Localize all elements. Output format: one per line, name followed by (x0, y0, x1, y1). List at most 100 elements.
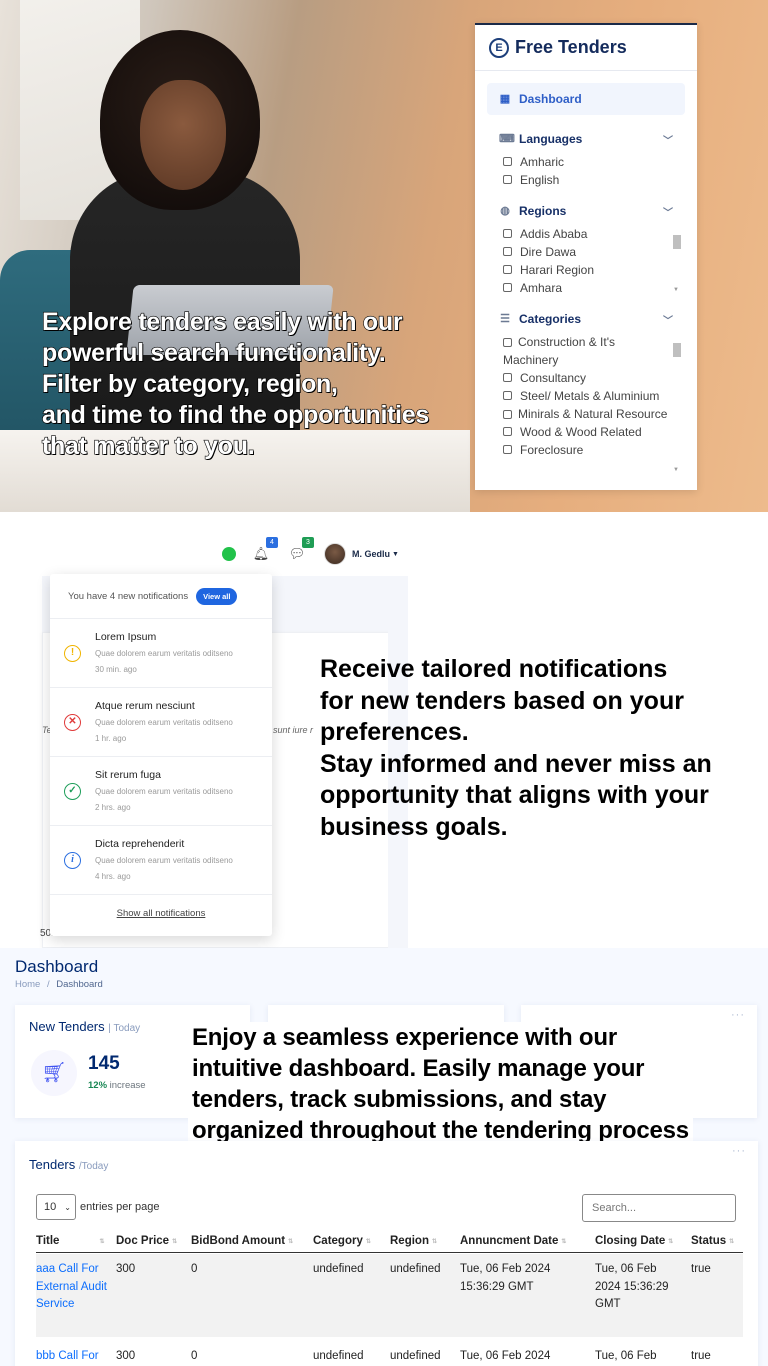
category-option[interactable]: Wood & Wood Related (503, 423, 669, 441)
category-option[interactable]: Foreclosure (503, 441, 669, 459)
caption-line: opportunity that aligns with your (320, 781, 709, 809)
breadcrumb-home[interactable]: Home (15, 979, 40, 990)
bell-icon[interactable]: 🔔︎ 4 (252, 537, 278, 563)
search-input[interactable]: Search... (582, 1194, 736, 1222)
option-label: Foreclosure (520, 443, 584, 457)
show-all-notifications-link[interactable]: Show all notifications (117, 908, 206, 919)
table-header: Title ⇅ Doc Price ⇅ BidBond Amount ⇅ Catego… (36, 1227, 743, 1253)
notification-message: Quae dolorem earum veritatis oditseno (95, 718, 233, 727)
category-option[interactable]: Minirals & Natural Resource (503, 405, 669, 423)
category-option[interactable]: Construction & It's Machinery (503, 333, 669, 369)
column-header[interactable]: Doc Price ⇅ (116, 1235, 177, 1247)
option-label: Steel/ Metals & Aluminium (520, 389, 660, 403)
checkbox[interactable] (503, 410, 512, 419)
list-icon: ☰ (500, 313, 510, 325)
regions-toggle[interactable]: ◍ Regions ﹀ (475, 197, 697, 225)
announcement-date-cell: Tue, 06 Feb 2024 15:36:29 GMT (460, 1263, 551, 1293)
error-icon: ✕ (64, 714, 81, 731)
status-cell: true (691, 1263, 711, 1275)
table-row[interactable]: aaa Call For External Audit Service 300 … (36, 1254, 743, 1337)
translate-icon: ⌨ (499, 133, 515, 145)
checkbox[interactable] (503, 283, 512, 292)
column-header[interactable]: Annuncment Date ⇅ (460, 1235, 566, 1247)
notifications-dropdown: You have 4 new notifications View all ! … (50, 574, 272, 936)
categories-scrollbar[interactable]: ▼ (673, 337, 681, 473)
column-label: BidBond Amount (191, 1235, 286, 1247)
notifications-feature-caption: Receive tailored notifications for new t… (320, 654, 712, 843)
category-option[interactable]: Consultancy (503, 369, 669, 387)
scroll-down-arrow-icon[interactable]: ▼ (673, 467, 679, 473)
chevron-down-icon: ﹀ (663, 315, 673, 327)
region-option[interactable]: Dire Dawa (503, 243, 669, 261)
column-header[interactable]: Category ⇅ (313, 1235, 371, 1247)
sidebar-brand[interactable]: E Free Tenders (475, 25, 697, 71)
more-options-icon[interactable]: ··· (731, 1009, 745, 1021)
caret-down-icon[interactable]: ▼ (392, 551, 399, 558)
notification-item[interactable]: ! Lorem Ipsum Quae dolorem earum veritat… (50, 619, 272, 688)
region-option[interactable]: Addis Ababa (503, 225, 669, 243)
notification-message: Quae dolorem earum veritatis oditseno (95, 856, 233, 865)
info-icon: i (64, 852, 81, 869)
sort-icon: ⇅ (365, 1239, 371, 1245)
languages-toggle[interactable]: ⌨ Languages ﹀ (475, 125, 697, 153)
tender-title-link[interactable]: bbb Call For (36, 1348, 111, 1366)
checkbox[interactable] (503, 157, 512, 166)
checkbox[interactable] (503, 391, 512, 400)
regions-scrollbar[interactable]: ▼ (673, 229, 681, 293)
notification-message: Quae dolorem earum veritatis oditseno (95, 787, 233, 796)
notification-title: Atque rerum nesciunt (95, 700, 195, 712)
checkbox[interactable] (503, 229, 512, 238)
scroll-down-arrow-icon[interactable]: ▼ (673, 287, 679, 293)
column-header[interactable]: Region ⇅ (390, 1235, 437, 1247)
notification-time: 2 hrs. ago (95, 803, 131, 812)
search-feature-caption: Explore tenders easily with our powerful… (41, 307, 430, 462)
entries-select[interactable]: 10 ⌄ (36, 1194, 76, 1220)
notification-item[interactable]: i Dicta reprehenderit Quae dolorem earum… (50, 826, 272, 895)
categories-toggle[interactable]: ☰ Categories ﹀ (475, 305, 697, 333)
table-row[interactable]: bbb Call For 300 0 undefined undefined T… (36, 1337, 743, 1366)
checkbox[interactable] (503, 338, 512, 347)
avatar[interactable] (324, 543, 346, 565)
entries-per-page: 10 ⌄ entries per page (36, 1194, 160, 1220)
user-name[interactable]: M. Gedlu (352, 549, 390, 559)
checkbox[interactable] (503, 175, 512, 184)
notification-item[interactable]: ✕ Atque rerum nesciunt Quae dolorem earu… (50, 688, 272, 757)
column-header[interactable]: Status ⇅ (691, 1235, 734, 1247)
option-label: Addis Ababa (520, 227, 588, 241)
scrollbar-thumb[interactable] (673, 343, 681, 357)
card-title: New Tenders | Today (29, 1019, 140, 1034)
tender-title-link[interactable]: aaa Call For External Audit Service (36, 1261, 111, 1314)
region-option[interactable]: Amhara (503, 279, 669, 297)
sort-icon: ⇅ (561, 1239, 567, 1245)
region-option[interactable]: Harari Region (503, 261, 669, 279)
checkbox[interactable] (503, 445, 512, 454)
entries-value: 10 (44, 1201, 57, 1213)
dashboard-section: Dashboard Home / Dashboard New Tenders |… (0, 948, 768, 1366)
option-label: English (520, 173, 560, 187)
increase-label: increase (109, 1080, 146, 1091)
column-header[interactable]: BidBond Amount ⇅ (191, 1235, 293, 1247)
more-options-icon[interactable]: ··· (732, 1145, 746, 1157)
checkbox[interactable] (503, 265, 512, 274)
bidbond-cell: 0 (191, 1350, 198, 1362)
column-header[interactable]: Closing Date ⇅ (595, 1235, 673, 1247)
notification-message: Quae dolorem earum veritatis oditseno (95, 649, 233, 658)
sidebar-item-label: Dashboard (519, 92, 582, 106)
page-title: Dashboard (15, 957, 99, 976)
language-option[interactable]: Amharic (503, 153, 669, 171)
notification-title: Lorem Ipsum (95, 631, 157, 643)
notification-time: 30 min. ago (95, 665, 137, 674)
chat-icon[interactable]: 💬︎ 3 (288, 537, 314, 563)
notification-item[interactable]: ✓ Sit rerum fuga Quae dolorem earum veri… (50, 757, 272, 826)
scrollbar-thumb[interactable] (673, 235, 681, 249)
caption-line: that matter to you. (41, 431, 255, 460)
sidebar-item-dashboard[interactable]: ▦ Dashboard (487, 83, 685, 115)
card-period: /Today (78, 1161, 109, 1172)
column-header[interactable]: Title ⇅ (36, 1235, 104, 1247)
language-option[interactable]: English (503, 171, 669, 189)
checkbox[interactable] (503, 373, 512, 382)
checkbox[interactable] (503, 427, 512, 436)
category-option[interactable]: Steel/ Metals & Aluminium (503, 387, 669, 405)
checkbox[interactable] (503, 247, 512, 256)
view-all-button[interactable]: View all (196, 587, 238, 605)
